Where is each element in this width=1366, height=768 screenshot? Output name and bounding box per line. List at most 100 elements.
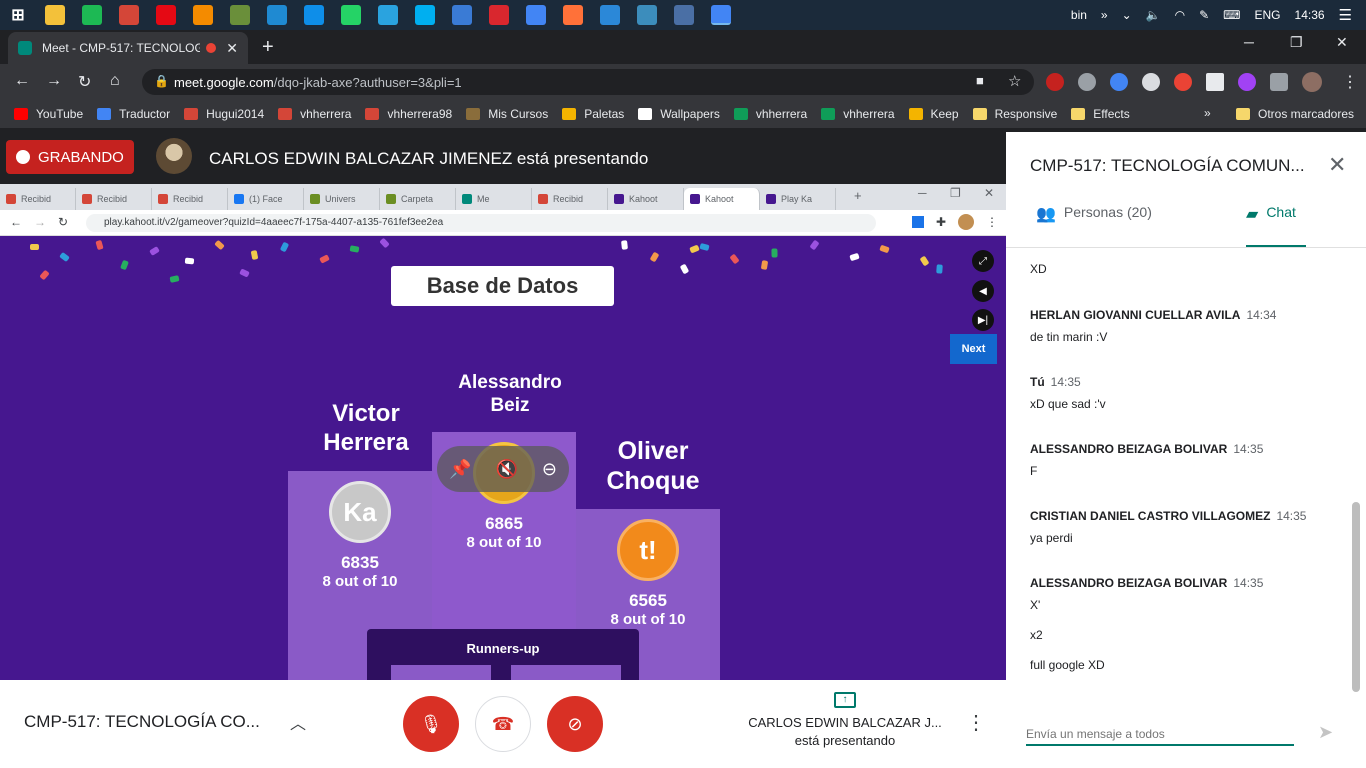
more-options-icon[interactable]: ⋮ [966,710,986,735]
minimize-icon[interactable]: ─ [1244,34,1254,50]
tab-chat[interactable]: ▰ Chat [1246,204,1306,248]
confetti-piece [760,260,769,270]
bookmark-item[interactable]: Keep [908,107,959,121]
leave-call-button[interactable]: ☎ [475,696,531,752]
camera-toggle-button[interactable]: ⊘ [547,696,603,752]
runner-up-card [391,665,491,680]
browser-tab-meet[interactable]: Meet - CMP-517: TECNOLOG ✕ [8,32,248,64]
extension-icon[interactable] [1078,73,1096,91]
camera-off-icon: ⊘ [567,713,583,734]
recording-badge[interactable]: GRABANDO [6,140,134,174]
presenting-status-button[interactable]: ↑ CARLOS EDWIN BALCAZAR J... está presen… [744,692,946,750]
tab-favicon-icon [614,194,624,204]
camera-permission-icon[interactable]: ■ [976,73,984,88]
gmail-app-icon[interactable] [119,5,139,25]
browser-menu-icon[interactable]: ⋮ [1342,72,1358,92]
extension-icon[interactable] [1110,73,1128,91]
extension-icon[interactable] [1206,73,1224,91]
shared-restore-icon: ❐ [950,186,961,200]
vscode-icon[interactable] [267,5,287,25]
forward-icon[interactable]: → [46,72,62,90]
profile-avatar[interactable] [1302,72,1322,92]
bookmarks-more[interactable]: » [1204,106,1211,120]
meeting-details-title[interactable]: CMP-517: TECNOLOGÍA CO... [24,712,260,732]
message-sender: ALESSANDRO BEIZAGA BOLIVAR [1030,576,1228,590]
extension-icon[interactable] [1174,73,1192,91]
volume-icon[interactable]: 🔈 [1146,8,1161,22]
extension-icon[interactable] [1238,73,1256,91]
extensions-puzzle-icon[interactable] [1270,73,1288,91]
file-explorer-icon[interactable] [45,5,65,25]
bookmark-item[interactable]: Wallpapers [638,107,720,121]
shared-profile-avatar [958,214,974,230]
close-panel-icon[interactable]: ✕ [1328,152,1346,178]
bookmark-item[interactable]: Paletas [562,107,624,121]
bookmark-item[interactable]: vhherrera [733,107,807,121]
restore-icon[interactable]: ❐ [1290,34,1303,51]
close-window-icon[interactable]: ✕ [1336,34,1348,51]
hidden-icons-chevron-icon[interactable]: ⌄ [1122,8,1132,22]
teamviewer-icon[interactable] [304,5,324,25]
chevron-up-icon[interactable]: » [1101,8,1108,22]
keyboard-icon[interactable]: ⌨ [1223,8,1240,22]
bookmark-item[interactable]: Responsive [972,107,1057,121]
store-icon[interactable] [452,5,472,25]
home-icon[interactable]: ⌂ [110,72,120,90]
first-place-name: Alessandro Beiz [458,372,562,416]
language-indicator[interactable]: ENG [1255,8,1281,22]
bookmark-item[interactable]: YouTube [14,107,83,121]
bookmark-star-icon[interactable]: ☆ [1008,72,1021,90]
bookmark-item[interactable]: vhherrera98 [365,107,452,121]
firefox-icon[interactable] [563,5,583,25]
confetti-piece [250,250,259,260]
chat-message-input[interactable] [1026,724,1294,746]
message-header: ALESSANDRO BEIZAGA BOLIVAR 14:35 [1030,576,1263,590]
tab-people[interactable]: 👥 Personas (20) [1036,204,1152,248]
message-sender: HERLAN GIOVANNI CUELLAR AVILA [1030,308,1241,322]
extension-icon[interactable] [1142,73,1160,91]
whatsapp-icon[interactable] [341,5,361,25]
app-icon[interactable] [230,5,250,25]
pen-icon[interactable]: ✎ [1199,8,1209,22]
vlc-icon[interactable] [193,5,213,25]
skype-icon[interactable] [415,5,435,25]
spotify-icon[interactable] [82,5,102,25]
reload-icon[interactable]: ↻ [78,72,91,92]
remote-desktop-icon[interactable] [600,5,620,25]
other-bookmarks-label: Otros marcadores [1258,107,1355,121]
address-bar[interactable]: 🔒 meet.google.com/dqo-jkab-axe?authuser=… [142,69,1034,95]
bookmark-item[interactable]: Effects [1071,107,1130,121]
search-app-icon[interactable] [637,5,657,25]
microphone-toggle-button[interactable]: 🎙 [403,696,459,752]
bookmark-item[interactable]: vhherrera [278,107,351,121]
bookmark-item[interactable]: Hugui2014 [184,107,264,121]
notifications-icon[interactable]: ☰ [1339,6,1352,24]
drive-icon[interactable] [526,5,546,25]
back-icon[interactable]: ← [14,72,30,90]
bookmark-item[interactable]: Mis Cursos [466,107,548,121]
telegram-icon[interactable] [378,5,398,25]
adblock-extension-icon[interactable] [1046,73,1064,91]
close-tab-icon[interactable]: ✕ [226,40,238,57]
netflix-icon[interactable] [156,5,176,25]
chat-scrollbar[interactable] [1352,502,1360,692]
photos-icon[interactable] [674,5,694,25]
bookmark-item[interactable]: Traductor [97,107,170,121]
bookmark-item[interactable]: vhherrera [821,107,895,121]
mega-icon[interactable] [489,5,509,25]
chrome-icon[interactable] [711,5,731,25]
chevron-up-icon[interactable]: ︿ [290,710,306,734]
clock[interactable]: 14:36 [1295,8,1325,22]
lock-icon[interactable]: 🔒 [154,74,169,88]
mute-participant-icon[interactable]: 🔇 [495,459,517,480]
new-tab-button[interactable]: + [262,36,274,59]
remove-participant-icon[interactable]: ⊖ [542,459,557,480]
wifi-icon[interactable]: ◠ [1175,8,1185,22]
pin-icon[interactable]: 📌 [449,459,471,480]
send-icon[interactable]: ➤ [1318,722,1333,743]
tray-label[interactable]: bin [1071,8,1087,22]
participant-hover-controls[interactable]: 📌 🔇 ⊖ [437,446,569,492]
windows-start-icon[interactable]: ⊞ [8,5,28,25]
quiz-title: Base de Datos [391,266,614,306]
other-bookmarks[interactable]: Otros marcadores [1236,107,1354,121]
